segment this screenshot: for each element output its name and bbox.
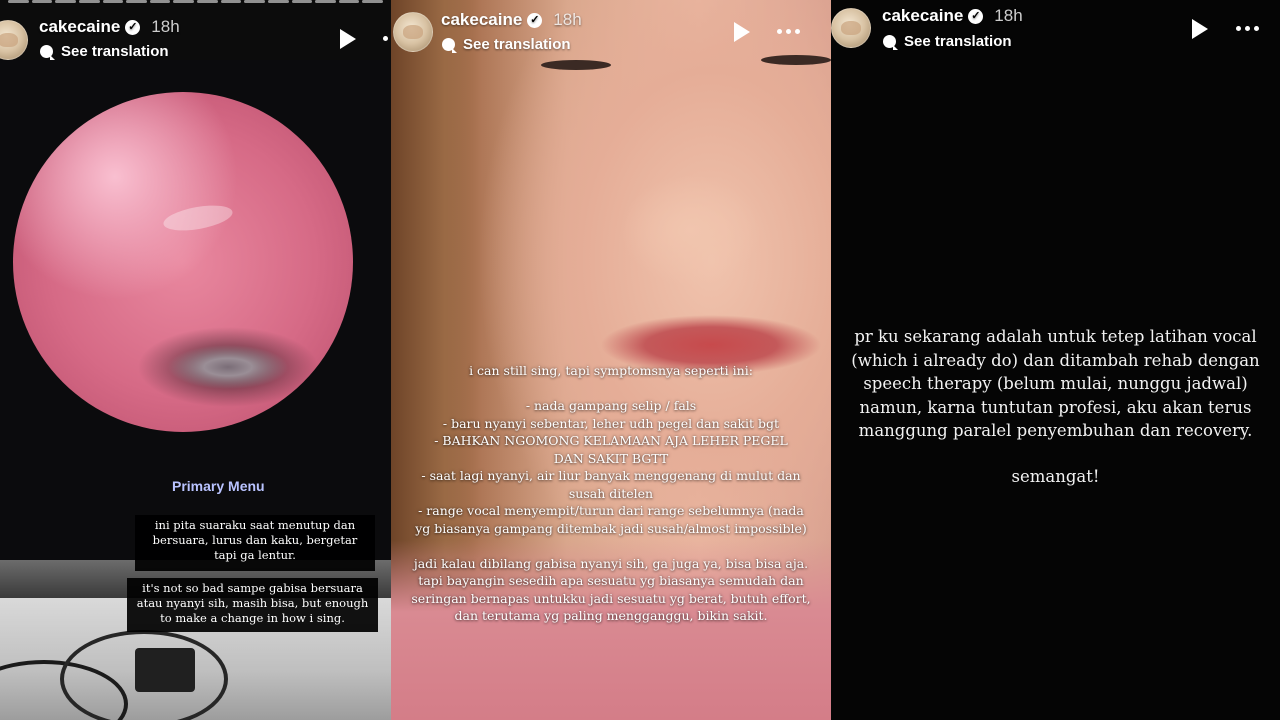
story-text-line: semangat! xyxy=(1011,466,1100,486)
more-options-icon[interactable] xyxy=(1236,26,1259,31)
eye xyxy=(541,60,611,70)
story-text-line: - range vocal menyempit/turun dari range… xyxy=(418,503,804,518)
story-text-block: i can still sing, tapi symptomsnya seper… xyxy=(391,362,831,625)
see-translation-label: See translation xyxy=(61,43,169,60)
caption-text: ini pita suaraku saat menutup dan bersua… xyxy=(152,518,358,562)
story-header-username[interactable]: cakecaine ✓ 18h xyxy=(882,6,1023,26)
play-icon[interactable] xyxy=(734,22,750,42)
see-translation-button[interactable]: See translation xyxy=(442,36,571,53)
story-text-line: (which i already do) dan ditambah rehab … xyxy=(851,350,1260,370)
avatar[interactable] xyxy=(393,12,433,52)
story-progress-bar xyxy=(8,0,383,3)
username-text[interactable]: cakecaine xyxy=(39,17,120,37)
see-translation-button[interactable]: See translation xyxy=(40,43,169,60)
laryngoscope-image xyxy=(13,92,353,432)
story-text-line: susah ditelen xyxy=(568,485,654,501)
story-text-line: i can still sing, tapi symptomsnya seper… xyxy=(469,363,753,378)
play-icon[interactable] xyxy=(340,29,356,49)
story-text-line: - baru nyanyi sebentar, leher udh pegel … xyxy=(442,415,780,431)
see-translation-button[interactable]: See translation xyxy=(883,33,1012,50)
translate-icon xyxy=(442,38,457,53)
story-text-line: - saat lagi nyanyi, air liur banyak meng… xyxy=(421,468,801,483)
story-text-line: - BAHKAN NGOMONG KELAMAAN AJA LEHER PEGE… xyxy=(434,433,788,448)
username-text[interactable]: cakecaine xyxy=(882,6,963,26)
post-time: 18h xyxy=(151,17,180,36)
play-icon[interactable] xyxy=(1192,19,1208,39)
more-options-icon[interactable] xyxy=(383,36,391,41)
device-box xyxy=(135,648,195,692)
verified-badge-icon: ✓ xyxy=(968,8,984,24)
translate-icon xyxy=(883,35,898,50)
story-header-username[interactable]: cakecaine ✓ 18h xyxy=(39,17,180,37)
story-panel-3[interactable]: pr ku sekarang adalah untuk tetep latiha… xyxy=(831,0,1280,720)
verified-badge-icon: ✓ xyxy=(125,19,141,35)
story-header-username[interactable]: cakecaine ✓ 18h xyxy=(441,10,582,30)
story-text-line: jadi kalau dibilang gabisa nyanyi sih, g… xyxy=(413,555,809,571)
translate-icon xyxy=(40,45,55,60)
caption-box: ini pita suaraku saat menutup dan bersua… xyxy=(135,515,375,571)
story-text-block: pr ku sekarang adalah untuk tetep latiha… xyxy=(831,325,1280,488)
story-panel-2[interactable]: i can still sing, tapi symptomsnya seper… xyxy=(391,0,831,720)
story-text-line: speech therapy (belum mulai, nunggu jadw… xyxy=(863,374,1248,393)
story-text-line: yg biasanya gampang ditembak jadi susah/… xyxy=(415,520,807,536)
story-text-line: DAN SAKIT BGTT xyxy=(553,450,669,466)
avatar[interactable] xyxy=(0,20,28,60)
avatar[interactable] xyxy=(831,8,871,48)
eye xyxy=(761,55,831,65)
story-text-line: manggung paralel penyembuhan dan recover… xyxy=(858,421,1253,440)
post-time: 18h xyxy=(553,10,582,29)
story-text-line: pr ku sekarang adalah untuk tetep latiha… xyxy=(854,327,1257,346)
username-text[interactable]: cakecaine xyxy=(441,10,522,30)
story-text-line: namun, karna tuntutan profesi, aku akan … xyxy=(859,397,1252,417)
caption-text: it's not so bad sampe gabisa bersuara at… xyxy=(136,581,369,625)
story-panel-1[interactable]: Primary Menu ini pita suaraku saat menut… xyxy=(0,0,391,720)
story-text-line: tapi bayangin sesedih apa sesuatu yg bia… xyxy=(418,573,804,588)
verified-badge-icon: ✓ xyxy=(527,12,543,28)
more-options-icon[interactable] xyxy=(777,29,800,34)
post-time: 18h xyxy=(994,6,1023,25)
see-translation-label: See translation xyxy=(463,36,571,53)
caption-box: it's not so bad sampe gabisa bersuara at… xyxy=(127,578,378,632)
see-translation-label: See translation xyxy=(904,33,1012,50)
story-text-line: seringan bernapas untukku jadi sesuatu y… xyxy=(411,590,811,606)
screen-menu-label: Primary Menu xyxy=(172,478,265,494)
story-text-line: dan terutama yg paling mengganggu, bikin… xyxy=(454,608,768,623)
scope-glare xyxy=(161,201,235,235)
story-text-line: - nada gampang selip / fals xyxy=(525,398,697,413)
